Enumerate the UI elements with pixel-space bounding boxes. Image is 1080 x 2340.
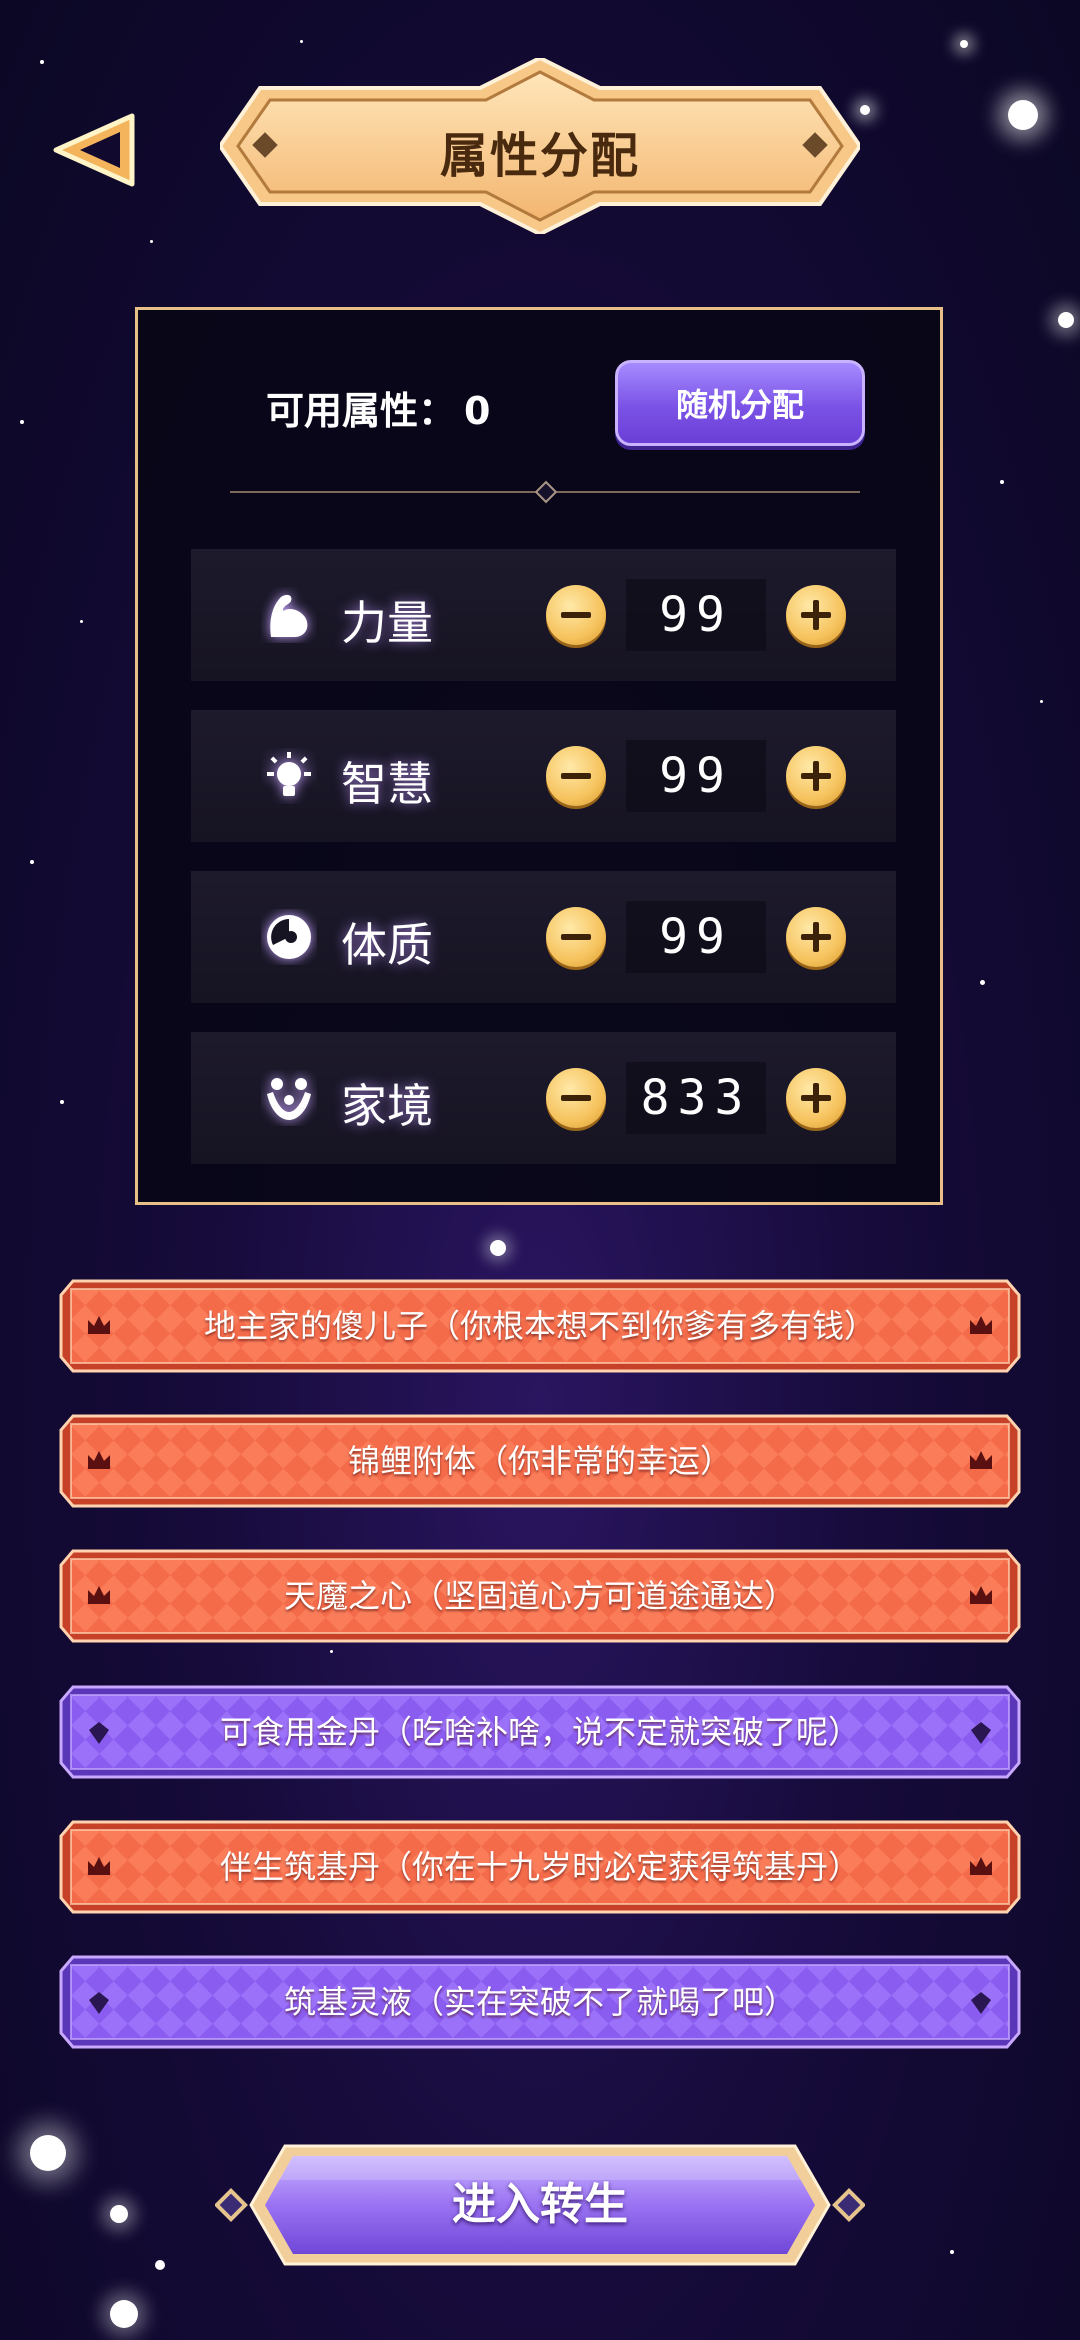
trait-text: 地主家的傻儿子（你根本想不到你爹有多有钱） [203, 1307, 876, 1345]
stat-row-strength: 力量 99 [191, 549, 896, 681]
stat-label: 智慧 [341, 757, 433, 811]
family-icon [267, 1078, 311, 1120]
stat-row-wisdom: 智慧 99 [191, 710, 896, 842]
arm-muscle-icon [270, 594, 308, 637]
trait-text: 伴生筑基丹（你在十九岁时必定获得筑基丹） [219, 1848, 860, 1886]
trait-text: 锦鲤附体（你非常的幸运） [347, 1442, 732, 1480]
stat-row-constitution: 体质 99 [191, 871, 896, 1003]
trait-banner: 可食用金丹（吃啥补啥，说不定就突破了呢） [57, 1683, 1023, 1781]
increase-constitution-button[interactable] [786, 907, 846, 967]
enter-button-label: 进入转生 [452, 2179, 628, 2230]
stat-label: 力量 [341, 596, 433, 650]
back-arrow-icon [53, 113, 135, 187]
decrease-constitution-button[interactable] [546, 907, 606, 967]
stat-label: 家境 [341, 1079, 433, 1133]
available-value: 0 [464, 389, 491, 433]
trait-banner: 伴生筑基丹（你在十九岁时必定获得筑基丹） [57, 1818, 1023, 1916]
trait-banner: 地主家的傻儿子（你根本想不到你爹有多有钱） [57, 1277, 1023, 1375]
trait-text: 天魔之心（坚固道心方可道途通达） [283, 1577, 796, 1615]
stat-value: 99 [626, 901, 766, 973]
increase-wisdom-button[interactable] [786, 746, 846, 806]
stat-value: 99 [626, 579, 766, 651]
enter-reincarnation-button[interactable]: 进入转生 [214, 2142, 866, 2268]
trait-banner: 锦鲤附体（你非常的幸运） [57, 1412, 1023, 1510]
increase-family-button[interactable] [786, 1068, 846, 1128]
lightbulb-icon [267, 752, 311, 796]
attribute-panel: 可用属性： 0 随机分配 力量 99 智慧 99 体质 99 家境 833 [135, 307, 943, 1205]
divider-ornament [534, 480, 558, 504]
increase-strength-button[interactable] [786, 585, 846, 645]
stat-label: 体质 [341, 918, 433, 972]
stat-value: 833 [626, 1062, 766, 1134]
back-button[interactable] [52, 112, 138, 188]
decrease-wisdom-button[interactable] [546, 746, 606, 806]
stat-row-family: 家境 833 [191, 1032, 896, 1164]
trait-text: 可食用金丹（吃啥补啥，说不定就突破了呢） [219, 1713, 860, 1751]
random-allocate-button[interactable]: 随机分配 [615, 360, 865, 446]
body-constitution-icon [267, 915, 311, 959]
decrease-strength-button[interactable] [546, 585, 606, 645]
decrease-family-button[interactable] [546, 1068, 606, 1128]
available-points: 可用属性： 0 [266, 380, 490, 435]
title-banner: 属性分配 [217, 55, 863, 237]
trait-banner: 天魔之心（坚固道心方可道途通达） [57, 1547, 1023, 1645]
page-title: 属性分配 [439, 128, 640, 184]
trait-text: 筑基灵液（实在突破不了就喝了吧） [283, 1983, 796, 2021]
available-label: 可用属性： [266, 389, 457, 433]
trait-banner: 筑基灵液（实在突破不了就喝了吧） [57, 1953, 1023, 2051]
stat-value: 99 [626, 740, 766, 812]
